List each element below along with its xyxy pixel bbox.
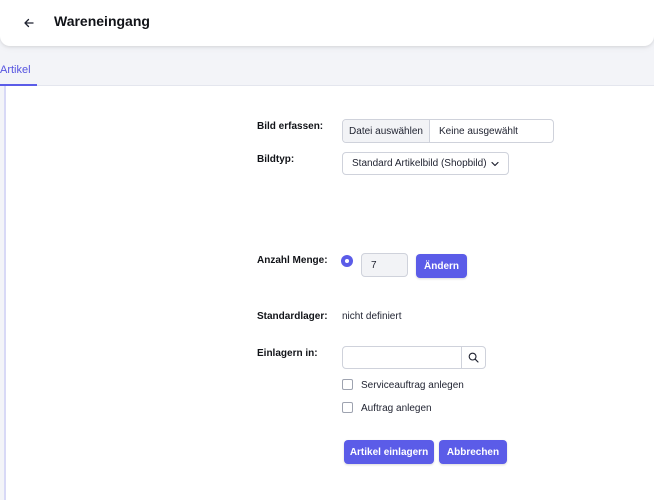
tab-artikel[interactable]: Artikel — [0, 58, 37, 86]
cancel-button[interactable]: Abbrechen — [439, 440, 507, 464]
anzahl-menge-label: Anzahl Menge: — [257, 255, 328, 266]
chevron-down-icon — [491, 161, 499, 167]
file-input[interactable]: Datei auswählen Keine ausgewählt — [342, 119, 554, 143]
standardlager-value: nicht definiert — [342, 311, 402, 322]
bildtyp-selected-value: Standard Artikelbild (Shopbild) — [352, 158, 487, 169]
arrow-left-icon — [24, 18, 34, 28]
bild-erfassen-label: Bild erfassen: — [257, 121, 324, 132]
app-header: Wareneingang — [0, 0, 654, 46]
serviceauftrag-label: Serviceauftrag anlegen — [361, 380, 464, 391]
serviceauftrag-checkbox[interactable] — [342, 379, 353, 390]
tab-bar: Artikel — [0, 58, 654, 86]
einlagern-in-label: Einlagern in: — [257, 348, 318, 359]
content-panel — [4, 86, 654, 500]
quantity-radio[interactable] — [341, 255, 353, 267]
store-article-button[interactable]: Artikel einlagern — [344, 440, 434, 464]
standardlager-label: Standardlager: — [257, 311, 328, 322]
quantity-input[interactable]: 7 — [361, 253, 408, 277]
search-icon — [468, 352, 479, 363]
storage-search — [342, 346, 486, 369]
file-status: Keine ausgewählt — [439, 125, 518, 137]
bildtyp-label: Bildtyp: — [257, 154, 295, 165]
bildtyp-select[interactable]: Standard Artikelbild (Shopbild) — [342, 152, 509, 175]
change-quantity-button[interactable]: Ändern — [416, 254, 467, 278]
auftrag-label: Auftrag anlegen — [361, 403, 432, 414]
storage-search-input[interactable] — [343, 347, 463, 368]
back-button[interactable] — [18, 12, 40, 34]
choose-file-button[interactable]: Datei auswählen — [343, 120, 430, 142]
auftrag-checkbox[interactable] — [342, 402, 353, 413]
storage-search-button[interactable] — [461, 347, 485, 368]
page-title: Wareneingang — [54, 13, 150, 29]
